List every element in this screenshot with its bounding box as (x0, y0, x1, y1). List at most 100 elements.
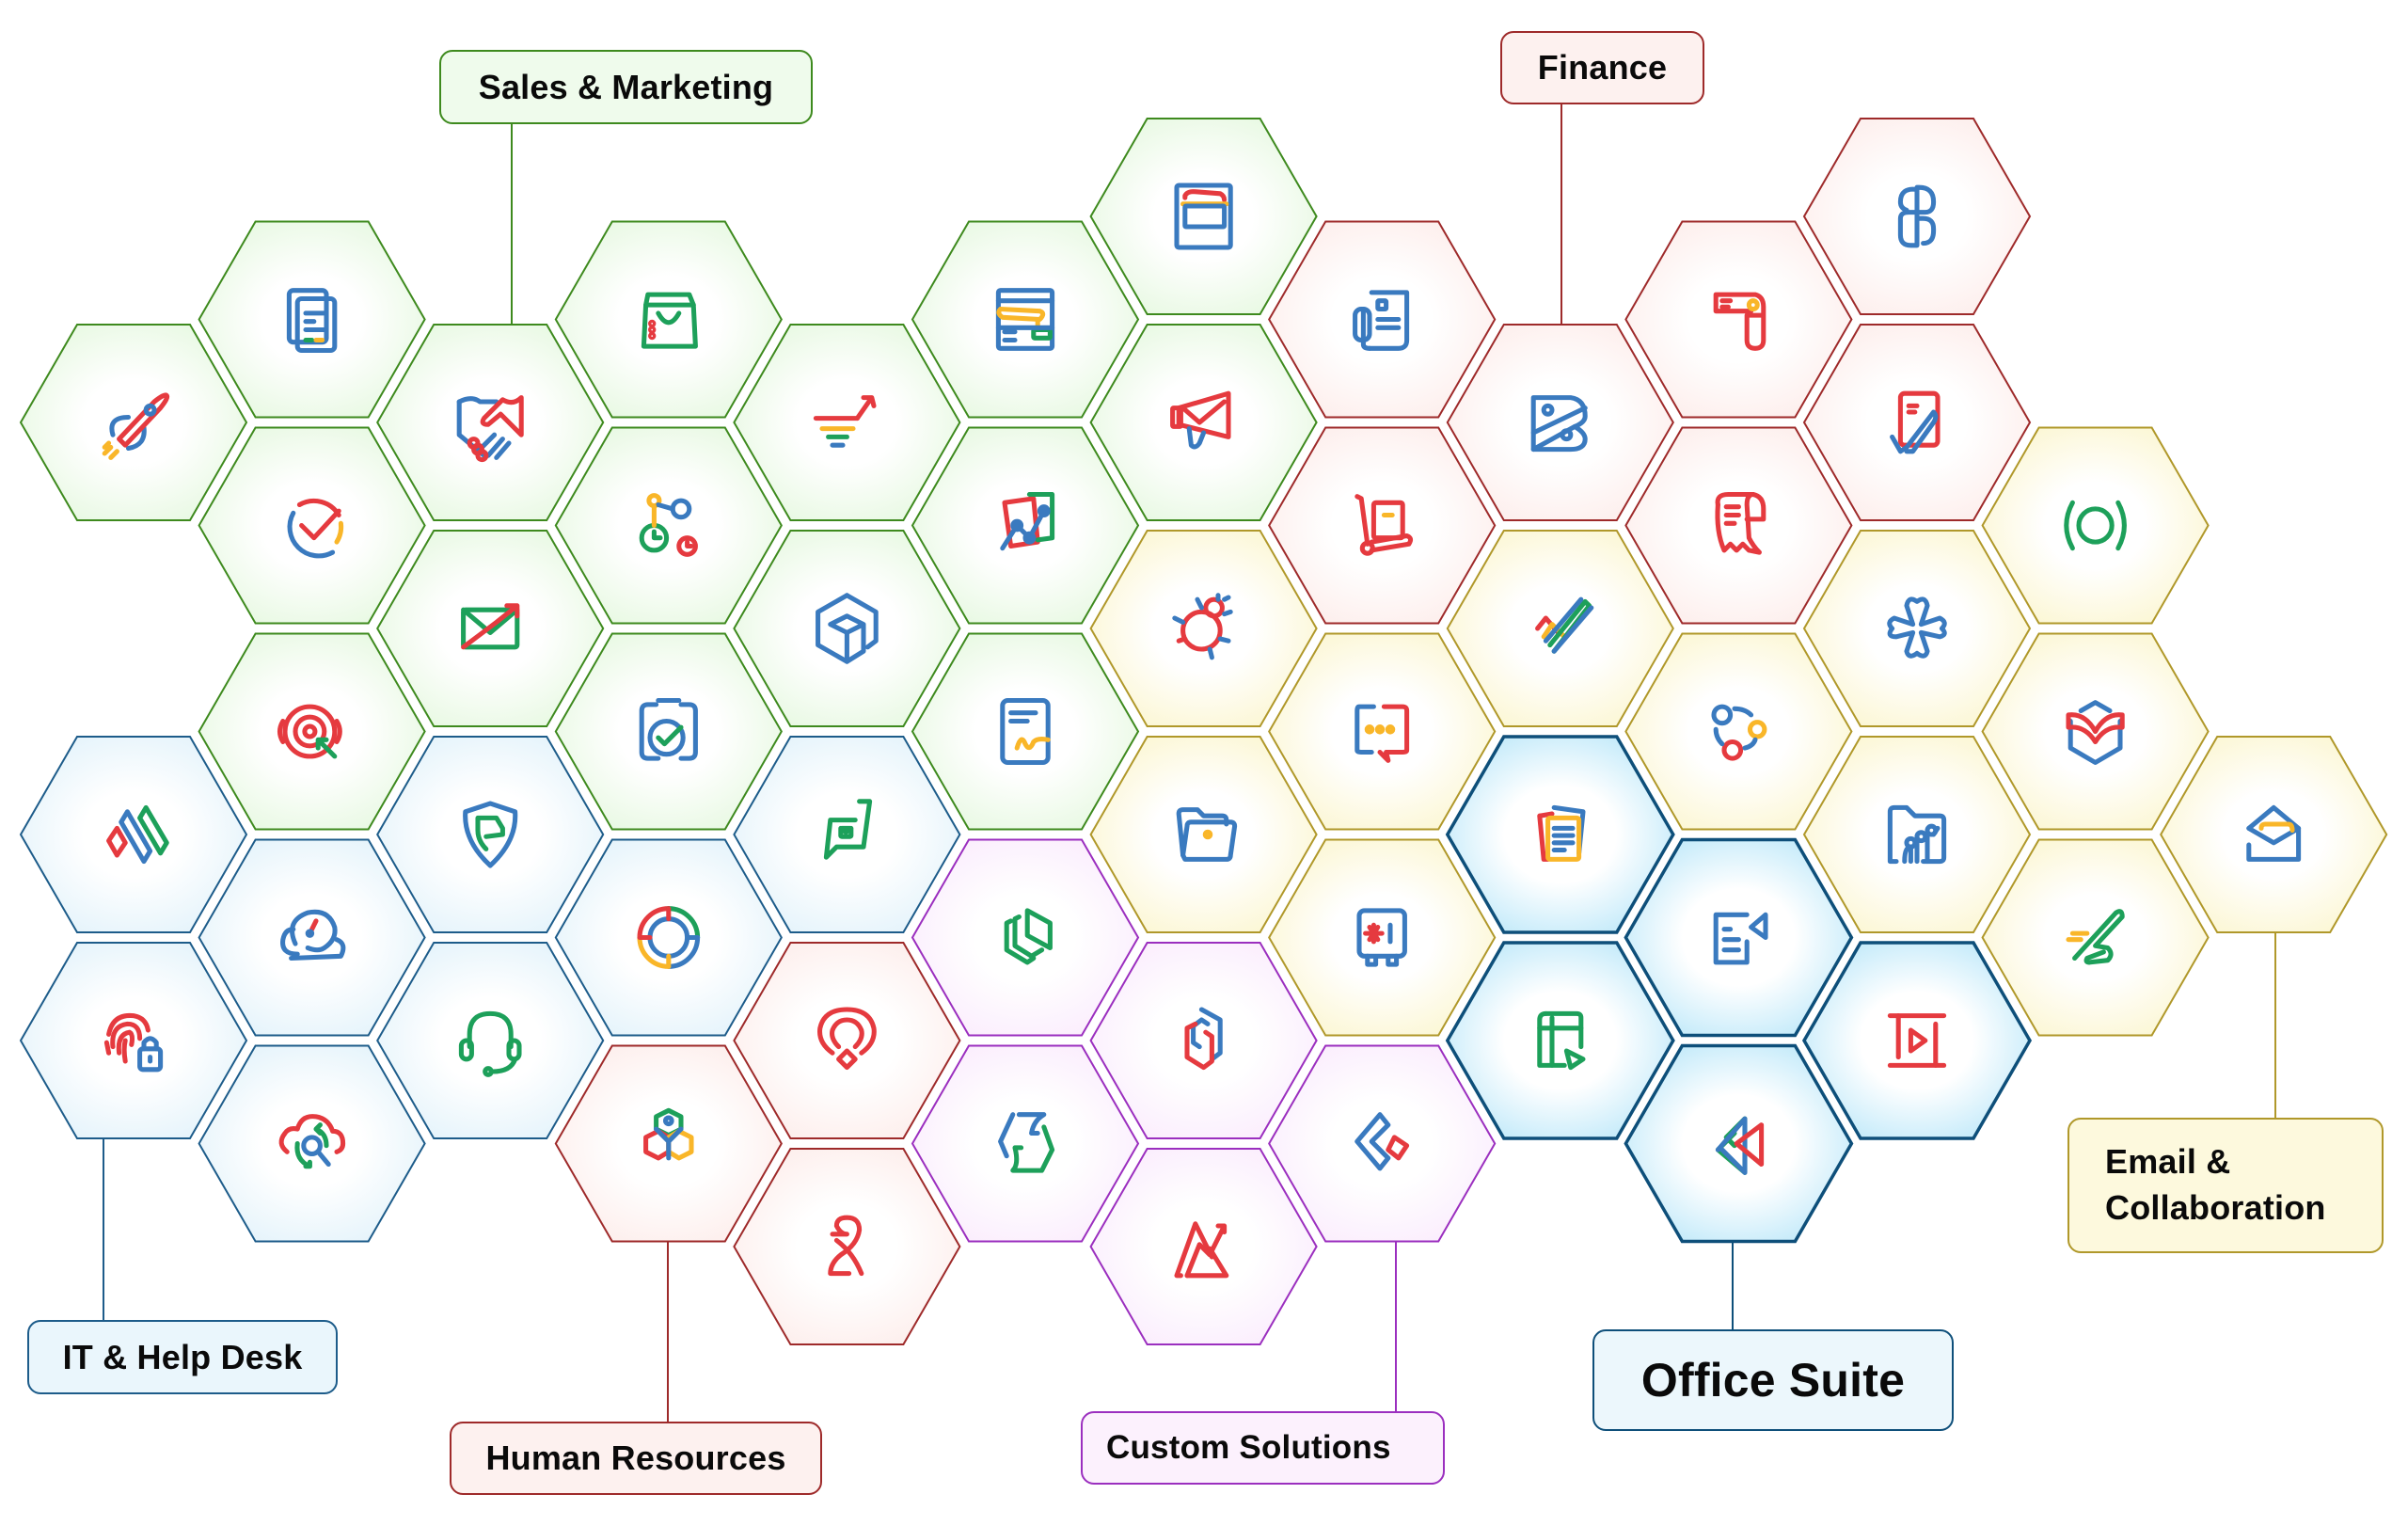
hex-shape (1802, 530, 2032, 727)
hex-tile-bug[interactable] (1089, 530, 1318, 727)
hex-tile-diamond-chevron[interactable] (1268, 1044, 1497, 1243)
hex-tile-triangle-play[interactable] (1624, 1043, 1854, 1244)
hex-tile-books-percent[interactable] (1446, 324, 1674, 521)
hex-tile-newspaper[interactable] (1268, 220, 1497, 419)
hex-tile-card-stack[interactable] (1089, 118, 1318, 315)
category-label-text: Finance (1537, 48, 1668, 87)
hex-tile-headset[interactable] (376, 942, 605, 1139)
hex-tile-mountain-arrow[interactable] (1089, 1148, 1318, 1345)
hex-tile-stacked-hex[interactable] (911, 838, 1140, 1037)
hex-tile-chart-pictures[interactable] (911, 426, 1140, 625)
hex-tile-folder-people[interactable] (1802, 736, 2032, 933)
hex-shape (198, 1044, 426, 1243)
hex-tile-circles-connect[interactable] (1624, 632, 1853, 831)
hex-tile-receipt[interactable] (1624, 426, 1853, 625)
hex-tile-cube-hex[interactable] (733, 530, 961, 727)
hex-shape (198, 838, 426, 1037)
hex-tile-people-hexes[interactable] (554, 1044, 783, 1243)
category-label-office-suite[interactable]: Office Suite (1592, 1329, 1954, 1431)
category-label-text: Email & Collaboration (2105, 1142, 2326, 1227)
category-label-human-resources[interactable]: Human Resources (450, 1422, 822, 1495)
hex-tile-cube-book[interactable] (1981, 632, 2210, 831)
hex-shape (1624, 220, 1853, 419)
hex-tile-hand-truck[interactable] (1268, 426, 1497, 625)
hex-tile-segmented-ring[interactable] (554, 838, 783, 1037)
hex-tile-chat-mail[interactable] (733, 736, 961, 933)
hex-tile-mail-arrow[interactable] (376, 530, 605, 727)
hex-tile-cloud-gauge[interactable] (198, 838, 426, 1037)
hex-tile-dollar-s[interactable] (1802, 118, 2032, 315)
hex-shape (733, 942, 961, 1139)
hex-shape (19, 736, 248, 933)
hex-tile-check-circle[interactable] (198, 426, 426, 625)
category-label-text: Custom Solutions (1106, 1429, 1391, 1466)
hex-shape (1089, 118, 1318, 315)
hex-shape (1089, 530, 1318, 727)
hex-shape (1624, 426, 1853, 625)
hex-shape (554, 220, 783, 419)
hex-tile-hex-link[interactable] (1089, 942, 1318, 1139)
hex-tile-sheet-play[interactable] (1445, 941, 1675, 1140)
hex-grid (19, 118, 2388, 1345)
hex-shape (911, 1044, 1140, 1243)
hex-tile-calendar-check[interactable] (554, 632, 783, 831)
hex-tile-writer-docs[interactable] (1445, 735, 1675, 934)
hex-shape (376, 942, 605, 1139)
hex-tile-manageengine-logo[interactable] (19, 736, 248, 933)
hex-tile-invoice-roll[interactable] (1624, 220, 1853, 419)
category-label-text: IT & Help Desk (62, 1337, 303, 1376)
hex-tile-fingerprint-lock[interactable] (19, 942, 248, 1139)
hex-shape (733, 324, 961, 521)
hex-tile-paper-plane[interactable] (1981, 838, 2210, 1037)
hex-tile-ring-diamond[interactable] (733, 942, 961, 1139)
hex-tile-target-cursor[interactable] (198, 632, 426, 831)
hex-tile-cloud-search-sync[interactable] (198, 1044, 426, 1243)
hex-tile-video-frame[interactable] (1801, 941, 2033, 1140)
hex-tile-vault[interactable] (1268, 838, 1497, 1037)
hex-shape (1268, 838, 1497, 1037)
hex-tile-funnel-arrow[interactable] (733, 324, 961, 521)
hex-shape (911, 426, 1140, 625)
category-label-email-collaboration[interactable]: Email & Collaboration (2067, 1118, 2384, 1253)
hex-shape (1268, 1044, 1497, 1243)
hex-tile-rocket[interactable] (19, 324, 248, 521)
hex-shape (554, 426, 783, 625)
hex-shape (733, 530, 961, 727)
hex-tile-nodes-pie[interactable] (554, 426, 783, 625)
hex-tile-person-loop[interactable] (733, 1148, 961, 1345)
hex-shape (1981, 426, 2210, 625)
hex-map (19, 104, 2388, 1422)
hex-tile-show-slides[interactable] (1624, 837, 1854, 1038)
hex-tile-web-form[interactable] (911, 220, 1140, 419)
hex-tile-parens-circle[interactable] (1981, 426, 2210, 625)
hex-tile-shield[interactable] (376, 736, 605, 933)
hex-shape (554, 632, 783, 831)
category-label-text: Office Suite (1640, 1354, 1906, 1407)
hex-shape (1624, 632, 1853, 831)
hex-tile-chat-dots[interactable] (1268, 632, 1497, 831)
hex-tile-triple-check[interactable] (1446, 530, 1674, 727)
hex-tile-mail-open[interactable] (2160, 736, 2388, 933)
hex-tile-signed-document[interactable] (911, 632, 1140, 831)
hex-tile-shopping-bag[interactable] (554, 220, 783, 419)
hex-shape (198, 426, 426, 625)
hex-shape (1268, 426, 1497, 625)
hex-tile-megaphone-mail[interactable] (1089, 324, 1318, 521)
category-label-it-help-desk[interactable]: IT & Help Desk (27, 1320, 338, 1394)
hex-shape (1802, 324, 2032, 521)
hex-tile-asterisk-knot[interactable] (1802, 530, 2032, 727)
hex-shape (2160, 736, 2388, 933)
category-label-custom-solutions[interactable]: Custom Solutions (1081, 1411, 1445, 1485)
hex-shape (911, 632, 1140, 831)
category-label-sales[interactable]: Sales & Marketing (439, 50, 813, 124)
hex-shape (911, 838, 1140, 1037)
hex-tile-handshake[interactable] (376, 324, 605, 521)
hex-tile-documents[interactable] (198, 220, 426, 419)
hex-shape (198, 632, 426, 831)
hex-shape (1089, 324, 1318, 521)
hex-tile-document-check[interactable] (1802, 324, 2032, 521)
hex-shape (554, 838, 783, 1037)
hex-tile-hex-bolt[interactable] (911, 1044, 1140, 1243)
category-label-finance[interactable]: Finance (1500, 31, 1704, 104)
hex-tile-folder-open[interactable] (1089, 736, 1318, 933)
